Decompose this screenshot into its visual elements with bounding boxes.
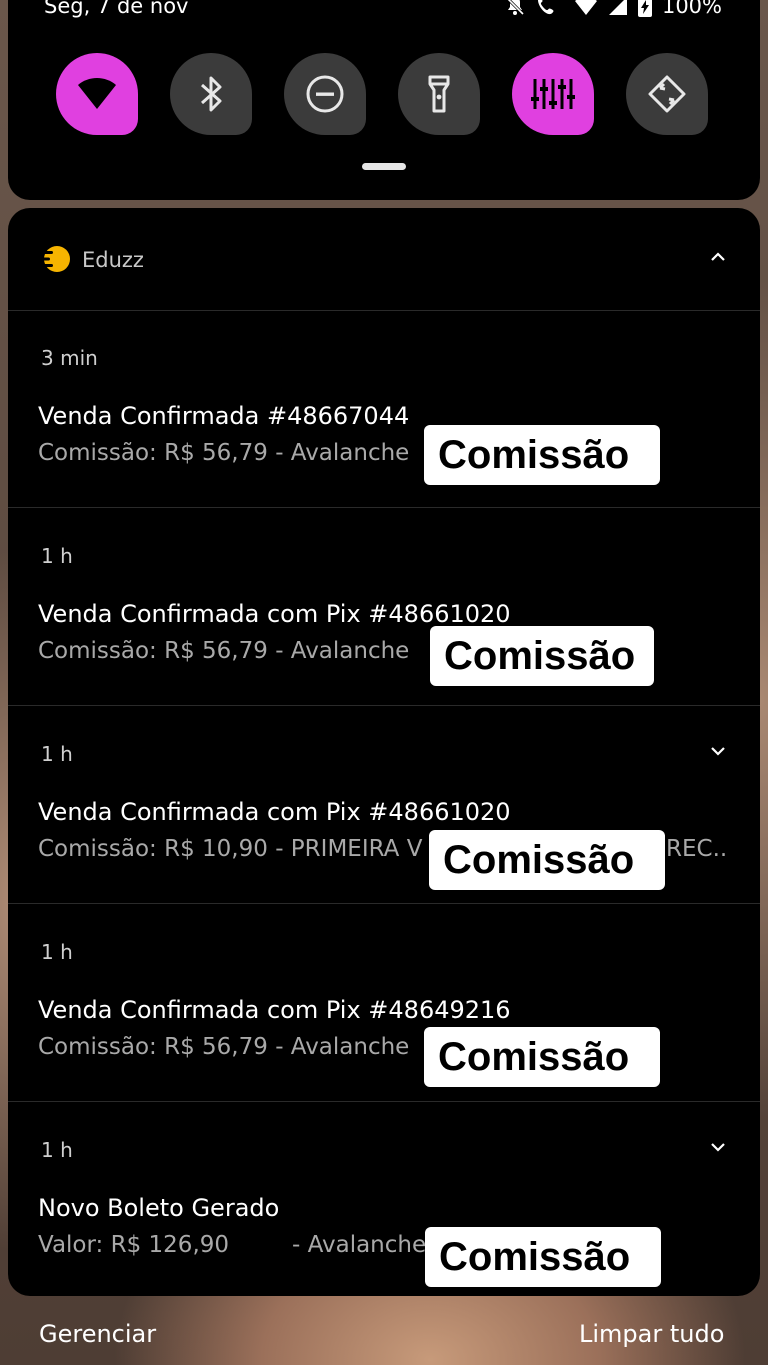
- notification-body: Comissão: R$ 56,79 - Avalanche: [38, 638, 410, 664]
- notification-time: 1 h: [41, 544, 73, 568]
- wifi-calling-icon: 4G: [536, 0, 564, 17]
- do-not-disturb-icon: [306, 75, 344, 113]
- status-icons: 4G 100%: [504, 0, 722, 18]
- chevron-down-icon[interactable]: [710, 1142, 726, 1152]
- notification-time: 1 h: [41, 1138, 73, 1162]
- notification-body-tail: - Avalanche: [292, 1232, 427, 1258]
- notification-time: 1 h: [41, 742, 73, 766]
- network-badge: 4G: [551, 0, 564, 3]
- notification-body: Valor: R$ 126,90: [38, 1232, 230, 1258]
- tile-wifi[interactable]: [56, 53, 138, 135]
- tile-flashlight[interactable]: [398, 53, 480, 135]
- notification-title: Venda Confirmada com Pix #48649216: [38, 996, 511, 1024]
- notification-time: 3 min: [41, 346, 98, 370]
- wifi-icon: [78, 78, 116, 109]
- tile-equalizer[interactable]: [512, 53, 594, 135]
- comissao-sticker: Comissão: [430, 626, 654, 686]
- notification-body: Comissão: R$ 10,90 - PRIMEIRA V: [38, 836, 423, 862]
- bell-off-icon: [506, 0, 525, 16]
- comissao-sticker: Comissão: [429, 830, 665, 890]
- battery-level: 100%: [661, 0, 722, 18]
- notification-body-tail: REC..: [666, 836, 728, 862]
- signal-icon: [608, 0, 627, 15]
- comissao-sticker: Comissão: [425, 1227, 661, 1287]
- comissao-sticker: Comissão: [424, 1027, 660, 1087]
- notification-panel: Eduzz 3 min Venda Confirmada #48667044 C…: [8, 208, 760, 1296]
- tile-auto-rotate[interactable]: [626, 53, 708, 135]
- app-name: Eduzz: [82, 248, 144, 272]
- chevron-down-icon[interactable]: [710, 746, 726, 756]
- tile-do-not-disturb[interactable]: [284, 53, 366, 135]
- notification-title: Venda Confirmada com Pix #48661020: [38, 600, 511, 628]
- notification-group-header[interactable]: Eduzz: [8, 208, 760, 311]
- status-bar: Seg, 7 de nov 4G 100%: [0, 0, 768, 24]
- notification-body: Comissão: R$ 56,79 - Avalanche: [38, 1034, 410, 1060]
- clear-all-button[interactable]: Limpar tudo: [579, 1320, 724, 1348]
- notification-body: Comissão: R$ 56,79 - Avalanche: [38, 440, 410, 466]
- notification-title: Novo Boleto Gerado: [38, 1194, 280, 1222]
- panel-drag-handle[interactable]: [362, 163, 406, 170]
- flashlight-icon: [428, 75, 450, 113]
- tile-bluetooth[interactable]: [170, 53, 252, 135]
- equalizer-icon: [531, 79, 575, 109]
- status-date: Seg, 7 de nov: [44, 0, 189, 18]
- comissao-sticker: Comissão: [424, 425, 660, 485]
- notification-title: Venda Confirmada com Pix #48661020: [38, 798, 511, 826]
- quick-settings-tiles: [56, 53, 708, 135]
- bluetooth-icon: [201, 76, 222, 112]
- wifi-icon: [574, 0, 597, 15]
- auto-rotate-icon: [648, 75, 686, 113]
- notification-time: 1 h: [41, 940, 73, 964]
- battery-charging-icon: [637, 0, 652, 17]
- notification-title: Venda Confirmada #48667044: [38, 402, 410, 430]
- chevron-up-icon[interactable]: [710, 252, 726, 262]
- manage-button[interactable]: Gerenciar: [39, 1320, 156, 1348]
- eduzz-logo-icon: [38, 246, 70, 272]
